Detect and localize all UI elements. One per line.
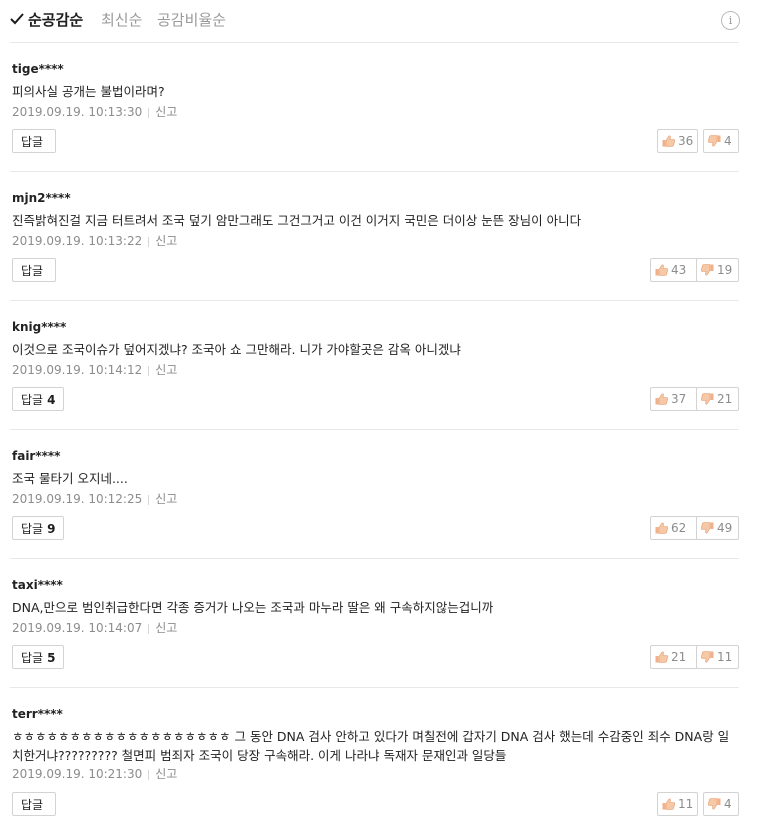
reply-label: 답글	[21, 651, 44, 665]
thumbs-down-icon	[701, 521, 714, 533]
dislike-count: 49	[717, 521, 733, 535]
dislike-count: 4	[724, 797, 732, 811]
comment-text: ㅎㅎㅎㅎㅎㅎㅎㅎㅎㅎㅎㅎㅎㅎㅎㅎㅎㅎㅎ 그 동안 DNA 검사 안하고 있다가 …	[12, 729, 730, 763]
comment-text: DNA,만으로 범인취급한다면 각종 증거가 나오는 조국과 마누라 딸은 왜 …	[12, 600, 494, 615]
check-icon	[10, 13, 24, 25]
comment-author[interactable]: knig****	[12, 320, 66, 335]
dislike-count: 11	[717, 650, 733, 664]
like-button[interactable]: 37	[650, 387, 698, 411]
comment-meta: 2019.09.19. 10:14:12 신고	[12, 362, 177, 378]
report-link[interactable]: 신고	[155, 105, 177, 119]
thumbs-down-icon	[708, 797, 721, 809]
dislike-count: 19	[717, 263, 733, 277]
info-icon[interactable]: i	[721, 11, 740, 30]
comment-meta: 2019.09.19. 10:13:22 신고	[12, 233, 177, 249]
like-button[interactable]: 21	[650, 645, 698, 669]
report-link[interactable]: 신고	[155, 234, 177, 248]
comment-text: 이것으로 조국이슈가 덮어지겠냐? 조국아 쇼 그만해라. 니가 가야할곳은 감…	[12, 342, 461, 357]
sort-bar: 순공감순 최신순 공감비율순 i	[0, 0, 758, 42]
thumbs-up-icon	[655, 522, 668, 534]
divider	[10, 171, 739, 172]
comment-date: 2019.09.19. 10:13:30	[12, 105, 143, 119]
report-link[interactable]: 신고	[155, 621, 177, 635]
thumbs-down-icon	[701, 392, 714, 404]
reply-button[interactable]: 답글	[12, 129, 57, 153]
reply-label: 답글	[21, 798, 44, 812]
thumbs-up-icon	[655, 651, 668, 663]
report-link[interactable]: 신고	[155, 363, 177, 377]
reply-count: 4	[47, 393, 56, 407]
divider	[10, 558, 739, 559]
report-link[interactable]: 신고	[155, 492, 177, 506]
like-count: 11	[678, 797, 694, 811]
thumbs-up-icon	[655, 264, 668, 276]
thumbs-up-icon	[662, 135, 675, 147]
dislike-count: 21	[717, 392, 733, 406]
sort-option-likes[interactable]: 순공감순	[28, 10, 83, 30]
dislike-count: 4	[724, 134, 732, 148]
comment-meta: 2019.09.19. 10:12:25 신고	[12, 491, 177, 507]
reply-button[interactable]: 답글 9	[12, 516, 65, 540]
like-button[interactable]: 43	[650, 258, 698, 282]
comment-text: 피의사실 공개는 불법이라며?	[12, 84, 165, 99]
like-button[interactable]: 36	[657, 129, 698, 153]
sort-option-ratio[interactable]: 공감비율순	[157, 10, 226, 30]
reply-count: 9	[47, 522, 56, 536]
comment-date: 2019.09.19. 10:12:25	[12, 492, 143, 506]
comment-author[interactable]: terr****	[12, 707, 63, 722]
reply-button[interactable]: 답글	[12, 792, 57, 816]
comment-author[interactable]: tige****	[12, 62, 64, 77]
like-count: 62	[671, 521, 687, 535]
comment-meta: 2019.09.19. 10:21:30 신고	[12, 766, 177, 782]
dislike-button[interactable]: 21	[696, 387, 739, 411]
reply-button[interactable]: 답글 4	[12, 387, 65, 411]
thumbs-up-icon	[662, 798, 675, 810]
like-count: 43	[671, 263, 687, 277]
comment-author[interactable]: mjn2****	[12, 191, 71, 206]
reply-label: 답글	[21, 393, 44, 407]
dislike-button[interactable]: 49	[696, 516, 739, 540]
comment-text: 진즉밝혀진걸 지금 터트려서 조국 덮기 암만그래도 그건그거고 이건 이거지 …	[12, 213, 582, 228]
like-count: 36	[678, 134, 694, 148]
divider	[10, 687, 739, 688]
comment-date: 2019.09.19. 10:13:22	[12, 234, 143, 248]
comment-date: 2019.09.19. 10:14:07	[12, 621, 143, 635]
dislike-button[interactable]: 4	[703, 792, 739, 816]
like-count: 37	[671, 392, 687, 406]
thumbs-down-icon	[701, 263, 714, 275]
thumbs-down-icon	[701, 650, 714, 662]
report-link[interactable]: 신고	[155, 767, 177, 781]
divider	[10, 429, 739, 430]
thumbs-down-icon	[708, 134, 721, 146]
reply-label: 답글	[21, 522, 44, 536]
dislike-button[interactable]: 11	[696, 645, 739, 669]
like-count: 21	[671, 650, 687, 664]
thumbs-up-icon	[655, 393, 668, 405]
reply-button[interactable]: 답글	[12, 258, 57, 282]
comment-meta: 2019.09.19. 10:13:30 신고	[12, 104, 177, 120]
like-button[interactable]: 62	[650, 516, 698, 540]
comment-date: 2019.09.19. 10:14:12	[12, 363, 143, 377]
comment-meta: 2019.09.19. 10:14:07 신고	[12, 620, 177, 636]
sort-option-latest[interactable]: 최신순	[101, 10, 142, 30]
reply-label: 답글	[21, 135, 44, 149]
dislike-button[interactable]: 4	[703, 129, 739, 153]
reply-button[interactable]: 답글 5	[12, 645, 65, 669]
divider	[10, 300, 739, 301]
comment-author[interactable]: taxi****	[12, 578, 63, 593]
like-button[interactable]: 11	[657, 792, 698, 816]
comment-date: 2019.09.19. 10:21:30	[12, 767, 143, 781]
dislike-button[interactable]: 19	[696, 258, 739, 282]
reply-count: 5	[47, 651, 56, 665]
divider	[10, 42, 739, 43]
comment-text: 조국 물타기 오지네....	[12, 471, 128, 486]
reply-label: 답글	[21, 264, 44, 278]
comment-author[interactable]: fair****	[12, 449, 60, 464]
